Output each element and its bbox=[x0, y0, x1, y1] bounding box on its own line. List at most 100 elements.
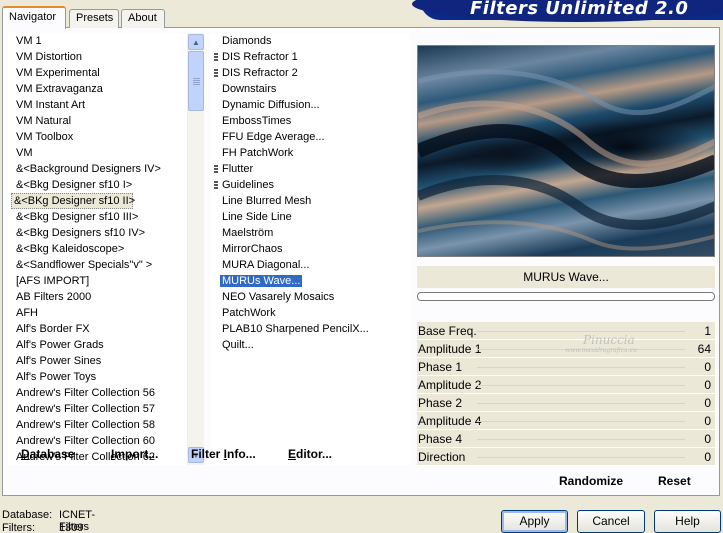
category-item[interactable]: Andrew's Filter Collection 56 bbox=[8, 385, 188, 401]
filter-item-label: MURA Diagonal... bbox=[222, 259, 310, 271]
filter-item[interactable]: Maelström bbox=[210, 225, 410, 241]
category-list[interactable]: VM 1 VM Distortion VM Experimental VM Extra… bbox=[8, 33, 188, 465]
parameter-slider[interactable] bbox=[477, 367, 685, 368]
category-item[interactable]: VM Toolbox bbox=[8, 129, 188, 145]
filter-item[interactable]: Line Blurred Mesh bbox=[210, 193, 410, 209]
filter-item[interactable]: EmbossTimes bbox=[210, 113, 410, 129]
tab-presets[interactable]: Presets bbox=[69, 9, 119, 28]
category-item[interactable]: AB Filters 2000 bbox=[8, 289, 188, 305]
filter-item[interactable]: FH PatchWork bbox=[210, 145, 410, 161]
category-item[interactable]: &<Background Designers IV> bbox=[8, 161, 188, 177]
parameter-slider[interactable] bbox=[477, 331, 685, 332]
filter-item-label: EmbossTimes bbox=[222, 115, 292, 127]
category-item[interactable]: VM Instant Art bbox=[8, 97, 188, 113]
parameter-value: 1 bbox=[704, 324, 711, 338]
category-item[interactable]: Alf's Power Grads bbox=[8, 337, 188, 353]
filter-item[interactable]: MirrorChaos bbox=[210, 241, 410, 257]
category-item[interactable]: &<Bkg Kaleidoscope> bbox=[8, 241, 188, 257]
category-item[interactable]: VM Natural bbox=[8, 113, 188, 129]
category-item[interactable]: VM Extravaganza bbox=[8, 81, 188, 97]
apply-button[interactable]: Apply bbox=[501, 510, 568, 533]
filter-item[interactable]: PatchWork bbox=[210, 305, 410, 321]
parameter-name: Base Freq. bbox=[418, 324, 477, 338]
status-database: Database: ICNET-Filters bbox=[2, 509, 96, 533]
filter-item-label: Line Side Line bbox=[222, 211, 292, 223]
parameter-value: 0 bbox=[704, 378, 711, 392]
filter-item-label: DIS Refractor 1 bbox=[222, 51, 298, 63]
category-item[interactable]: &<Sandflower Specials"v" > bbox=[8, 257, 188, 273]
filter-item-label: Flutter bbox=[222, 163, 254, 175]
filter-item[interactable]: PLAB10 Sharpened PencilX... bbox=[210, 321, 410, 337]
help-button[interactable]: Help bbox=[654, 510, 721, 533]
randomize-button[interactable]: Randomize bbox=[559, 474, 623, 488]
parameter-value: 64 bbox=[697, 342, 711, 356]
parameter-slider[interactable] bbox=[477, 385, 685, 386]
filter-item[interactable]: MURUs Wave... bbox=[210, 273, 410, 289]
filter-item[interactable]: Dynamic Diffusion... bbox=[210, 97, 410, 113]
editor-button[interactable]: Editor... bbox=[288, 447, 332, 461]
category-item[interactable]: AFH bbox=[8, 305, 188, 321]
filter-item[interactable]: NEO Vasarely Mosaics bbox=[210, 289, 410, 305]
tab-about[interactable]: About bbox=[121, 9, 165, 28]
filter-preview-image bbox=[417, 45, 715, 257]
category-item[interactable]: Alf's Power Sines bbox=[8, 353, 188, 369]
progress-bar bbox=[417, 292, 715, 301]
cancel-button[interactable]: Cancel bbox=[577, 510, 645, 533]
category-item[interactable]: &<Bkg Designers sf10 IV> bbox=[8, 225, 188, 241]
grip-icon bbox=[214, 165, 218, 174]
category-item[interactable]: VM 1 bbox=[8, 33, 188, 49]
filter-item-label: PLAB10 Sharpened PencilX... bbox=[222, 323, 369, 335]
category-item[interactable]: VM bbox=[8, 145, 188, 161]
parameter-row[interactable]: Amplitude 2 0 bbox=[417, 376, 715, 394]
filter-item-label: Diamonds bbox=[222, 35, 272, 47]
filter-item-label: MirrorChaos bbox=[222, 243, 283, 255]
category-item[interactable]: &<BKg Designer sf10 II> bbox=[11, 193, 135, 209]
import-button[interactable]: Import... bbox=[111, 447, 158, 461]
tab-navigator[interactable]: Navigator bbox=[2, 6, 66, 29]
filter-item[interactable]: FFU Edge Average... bbox=[210, 129, 410, 145]
filter-item-label: DIS Refractor 2 bbox=[222, 67, 298, 79]
filter-item[interactable]: MURA Diagonal... bbox=[210, 257, 410, 273]
parameter-value: 0 bbox=[704, 450, 711, 464]
category-scrollbar[interactable]: ▲ ▼ bbox=[187, 33, 204, 465]
category-item[interactable]: Alf's Power Toys bbox=[8, 369, 188, 385]
filter-item[interactable]: Line Side Line bbox=[210, 209, 410, 225]
filter-item[interactable]: Downstairs bbox=[210, 81, 410, 97]
parameter-slider[interactable] bbox=[477, 421, 685, 422]
category-item[interactable]: Andrew's Filter Collection 58 bbox=[8, 417, 188, 433]
parameter-row[interactable]: Phase 4 0 bbox=[417, 430, 715, 448]
parameter-row[interactable]: Phase 2 0 bbox=[417, 394, 715, 412]
parameter-value: 0 bbox=[704, 360, 711, 374]
parameter-row[interactable]: Direction 0 bbox=[417, 448, 715, 466]
parameter-name: Direction bbox=[418, 450, 466, 464]
filter-item[interactable]: DIS Refractor 1 bbox=[210, 49, 410, 65]
parameter-value: 0 bbox=[704, 414, 711, 428]
filter-item[interactable]: Quilt... bbox=[210, 337, 410, 353]
parameter-value: 0 bbox=[704, 396, 711, 410]
category-item[interactable]: [AFS IMPORT] bbox=[8, 273, 188, 289]
filter-list[interactable]: Diamonds DIS Refractor 1 DIS Refractor 2 Do… bbox=[210, 33, 410, 465]
reset-button[interactable]: Reset bbox=[658, 474, 691, 488]
parameter-slider[interactable] bbox=[477, 403, 685, 404]
category-item[interactable]: &<Bkg Designer sf10 III> bbox=[8, 209, 188, 225]
parameter-slider[interactable] bbox=[477, 457, 685, 458]
category-item[interactable]: VM Experimental bbox=[8, 65, 188, 81]
parameter-row[interactable]: Phase 1 0 bbox=[417, 358, 715, 376]
filter-item[interactable]: Diamonds bbox=[210, 33, 410, 49]
database-button[interactable]: Database bbox=[21, 447, 74, 461]
category-item[interactable]: Alf's Border FX bbox=[8, 321, 188, 337]
filter-info-button[interactable]: Filter Info... bbox=[191, 447, 256, 461]
filter-item[interactable]: Flutter bbox=[210, 161, 410, 177]
filter-item-label: Line Blurred Mesh bbox=[222, 195, 312, 207]
category-item[interactable]: Andrew's Filter Collection 57 bbox=[8, 401, 188, 417]
parameter-name: Amplitude 4 bbox=[418, 414, 482, 428]
filter-item[interactable]: DIS Refractor 2 bbox=[210, 65, 410, 81]
category-item[interactable]: &<Bkg Designer sf10 I> bbox=[8, 177, 188, 193]
parameter-slider[interactable] bbox=[477, 439, 685, 440]
category-item[interactable]: VM Distortion bbox=[8, 49, 188, 65]
filter-item[interactable]: Guidelines bbox=[210, 177, 410, 193]
scroll-thumb[interactable] bbox=[188, 51, 204, 111]
filter-item-label: FFU Edge Average... bbox=[222, 131, 325, 143]
parameter-row[interactable]: Amplitude 4 0 bbox=[417, 412, 715, 430]
scroll-up-button[interactable]: ▲ bbox=[188, 34, 204, 50]
